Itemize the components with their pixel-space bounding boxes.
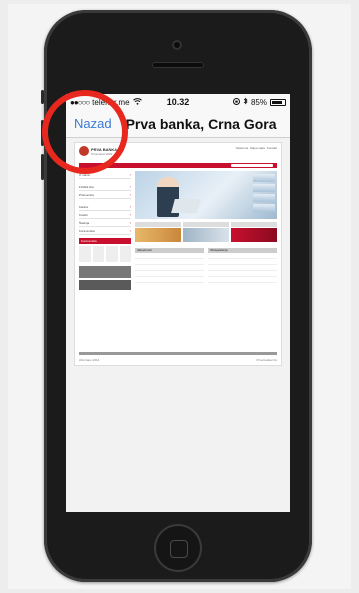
- footer-link[interactable]: Prva banka CG: [256, 358, 277, 362]
- hero-banner-image[interactable]: [135, 171, 277, 219]
- news-item[interactable]: [208, 277, 277, 283]
- top-link[interactable]: Naslovna: [236, 146, 249, 150]
- page-title: Prva banka, Crna Gora: [125, 115, 277, 132]
- left-sidebar: O nama Fizička lica Pravna lica Kartice …: [79, 171, 131, 290]
- footer-date: Ažurirano 2014: [79, 358, 100, 362]
- top-links: Naslovna Mapa sajta Kontakt: [236, 146, 277, 150]
- hero-thumbnails: [253, 174, 275, 212]
- sidebar-banner-secondary[interactable]: [79, 280, 131, 290]
- hero-laptop-image: [171, 199, 201, 213]
- sidebar-item[interactable]: Fizička lica: [79, 183, 131, 191]
- sidebar-item[interactable]: Pravna lica: [79, 191, 131, 199]
- battery-percent: 85%: [250, 97, 267, 107]
- hero-thumbnail[interactable]: [253, 204, 275, 212]
- news-column-left: Aktuelnosti: [135, 248, 204, 283]
- promo-tile[interactable]: [231, 222, 277, 242]
- home-square-icon: [170, 540, 188, 558]
- bluetooth-icon: [243, 97, 248, 107]
- promo-tiles: [135, 222, 277, 242]
- sidebar-item[interactable]: Kursna lista: [79, 227, 131, 235]
- hero-thumbnail[interactable]: [253, 194, 275, 202]
- battery-icon: [270, 98, 286, 106]
- promo-tile[interactable]: [183, 222, 229, 242]
- lock-rotation-icon: [232, 97, 240, 107]
- top-link[interactable]: Mapa sajta: [250, 146, 265, 150]
- hero-thumbnail[interactable]: [253, 174, 275, 182]
- earpiece-speaker: [152, 62, 204, 68]
- sidebar-item[interactable]: Krediti: [79, 211, 131, 219]
- mute-switch: [41, 90, 44, 104]
- news-column-right: Obavještenja: [208, 248, 277, 283]
- news-item[interactable]: [135, 277, 204, 283]
- sidebar-item[interactable]: Štednja: [79, 219, 131, 227]
- search-input[interactable]: [231, 164, 273, 167]
- wifi-icon: [132, 97, 142, 107]
- news-section: Aktuelnosti Obavještenja: [135, 248, 277, 283]
- sidebar-item[interactable]: Kartice: [79, 203, 131, 211]
- promo-tile[interactable]: [135, 222, 181, 242]
- battery-fill: [272, 100, 282, 104]
- main-content: Aktuelnosti Obavještenja: [135, 171, 277, 290]
- hero-thumbnail[interactable]: [253, 184, 275, 192]
- top-link[interactable]: Kontakt: [267, 146, 277, 150]
- home-button[interactable]: [154, 524, 202, 572]
- highlight-circle: [42, 90, 128, 174]
- sidebar-banner[interactable]: [79, 266, 131, 278]
- footer-divider: [79, 352, 277, 355]
- exchange-rate-table: [79, 246, 131, 262]
- web-page-view[interactable]: PRVA BANKA CG Osnovana 1901 Naslovna Map…: [74, 142, 282, 366]
- front-camera: [172, 40, 182, 50]
- volume-down-button: [41, 154, 44, 180]
- exchange-rate-header: Kursna lista: [79, 238, 131, 244]
